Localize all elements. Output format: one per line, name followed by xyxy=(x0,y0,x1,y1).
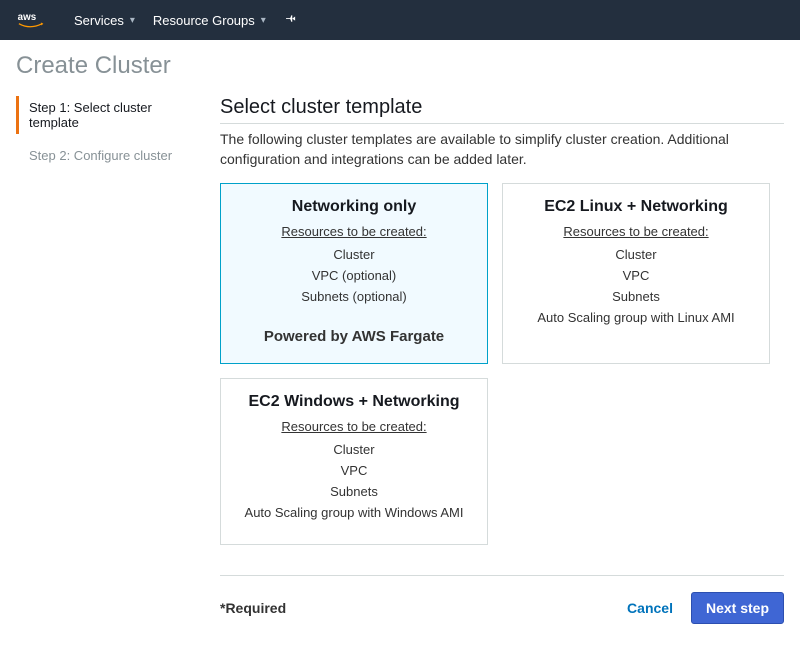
nav-services-label: Services xyxy=(74,13,124,28)
svg-text:aws: aws xyxy=(18,12,37,23)
aws-logo-icon: aws xyxy=(16,9,56,31)
nav-resource-groups[interactable]: Resource Groups ▾ xyxy=(153,13,266,28)
card-title: EC2 Windows + Networking xyxy=(233,393,475,411)
layout: Step 1: Select cluster template Step 2: … xyxy=(16,96,784,624)
resource-item: VPC (optional) xyxy=(233,268,475,283)
next-step-button[interactable]: Next step xyxy=(691,592,784,624)
resource-item: Cluster xyxy=(233,442,475,457)
template-cards: Networking only Resources to be created:… xyxy=(220,183,784,545)
resource-item: Subnets (optional) xyxy=(233,289,475,304)
resources-label: Resources to be created: xyxy=(233,224,475,239)
resource-item: Subnets xyxy=(233,484,475,499)
card-title: Networking only xyxy=(233,198,475,216)
resource-item: Cluster xyxy=(515,247,757,262)
resource-item: Auto Scaling group with Linux AMI xyxy=(515,310,757,325)
page-title: Create Cluster xyxy=(16,52,784,80)
resource-item: Cluster xyxy=(233,247,475,262)
section-description: The following cluster templates are avai… xyxy=(220,130,784,169)
nav-resource-groups-label: Resource Groups xyxy=(153,13,255,28)
template-card-networking-only[interactable]: Networking only Resources to be created:… xyxy=(220,183,488,364)
required-label: *Required xyxy=(220,600,286,616)
pin-icon[interactable] xyxy=(284,12,298,29)
nav-services[interactable]: Services ▾ xyxy=(74,13,135,28)
main-content: Select cluster template The following cl… xyxy=(220,96,784,624)
top-nav: aws Services ▾ Resource Groups ▾ xyxy=(0,0,800,40)
template-card-ec2-linux[interactable]: EC2 Linux + Networking Resources to be c… xyxy=(502,183,770,364)
card-title: EC2 Linux + Networking xyxy=(515,198,757,216)
resource-item: VPC xyxy=(515,268,757,283)
wizard-steps: Step 1: Select cluster template Step 2: … xyxy=(16,96,196,624)
page-container: Create Cluster Step 1: Select cluster te… xyxy=(0,40,800,636)
resource-item: Subnets xyxy=(515,289,757,304)
aws-logo[interactable]: aws xyxy=(16,9,56,31)
chevron-down-icon: ▾ xyxy=(261,15,266,26)
card-footer: Powered by AWS Fargate xyxy=(233,328,475,345)
step-1[interactable]: Step 1: Select cluster template xyxy=(16,96,196,134)
resources-label: Resources to be created: xyxy=(233,419,475,434)
cancel-button[interactable]: Cancel xyxy=(627,600,673,616)
chevron-down-icon: ▾ xyxy=(130,15,135,26)
bottom-bar: *Required Cancel Next step xyxy=(220,575,784,624)
resource-item: VPC xyxy=(233,463,475,478)
resources-label: Resources to be created: xyxy=(515,224,757,239)
section-title: Select cluster template xyxy=(220,96,784,124)
template-card-ec2-windows[interactable]: EC2 Windows + Networking Resources to be… xyxy=(220,378,488,545)
step-2[interactable]: Step 2: Configure cluster xyxy=(16,144,196,167)
resource-item: Auto Scaling group with Windows AMI xyxy=(233,505,475,520)
